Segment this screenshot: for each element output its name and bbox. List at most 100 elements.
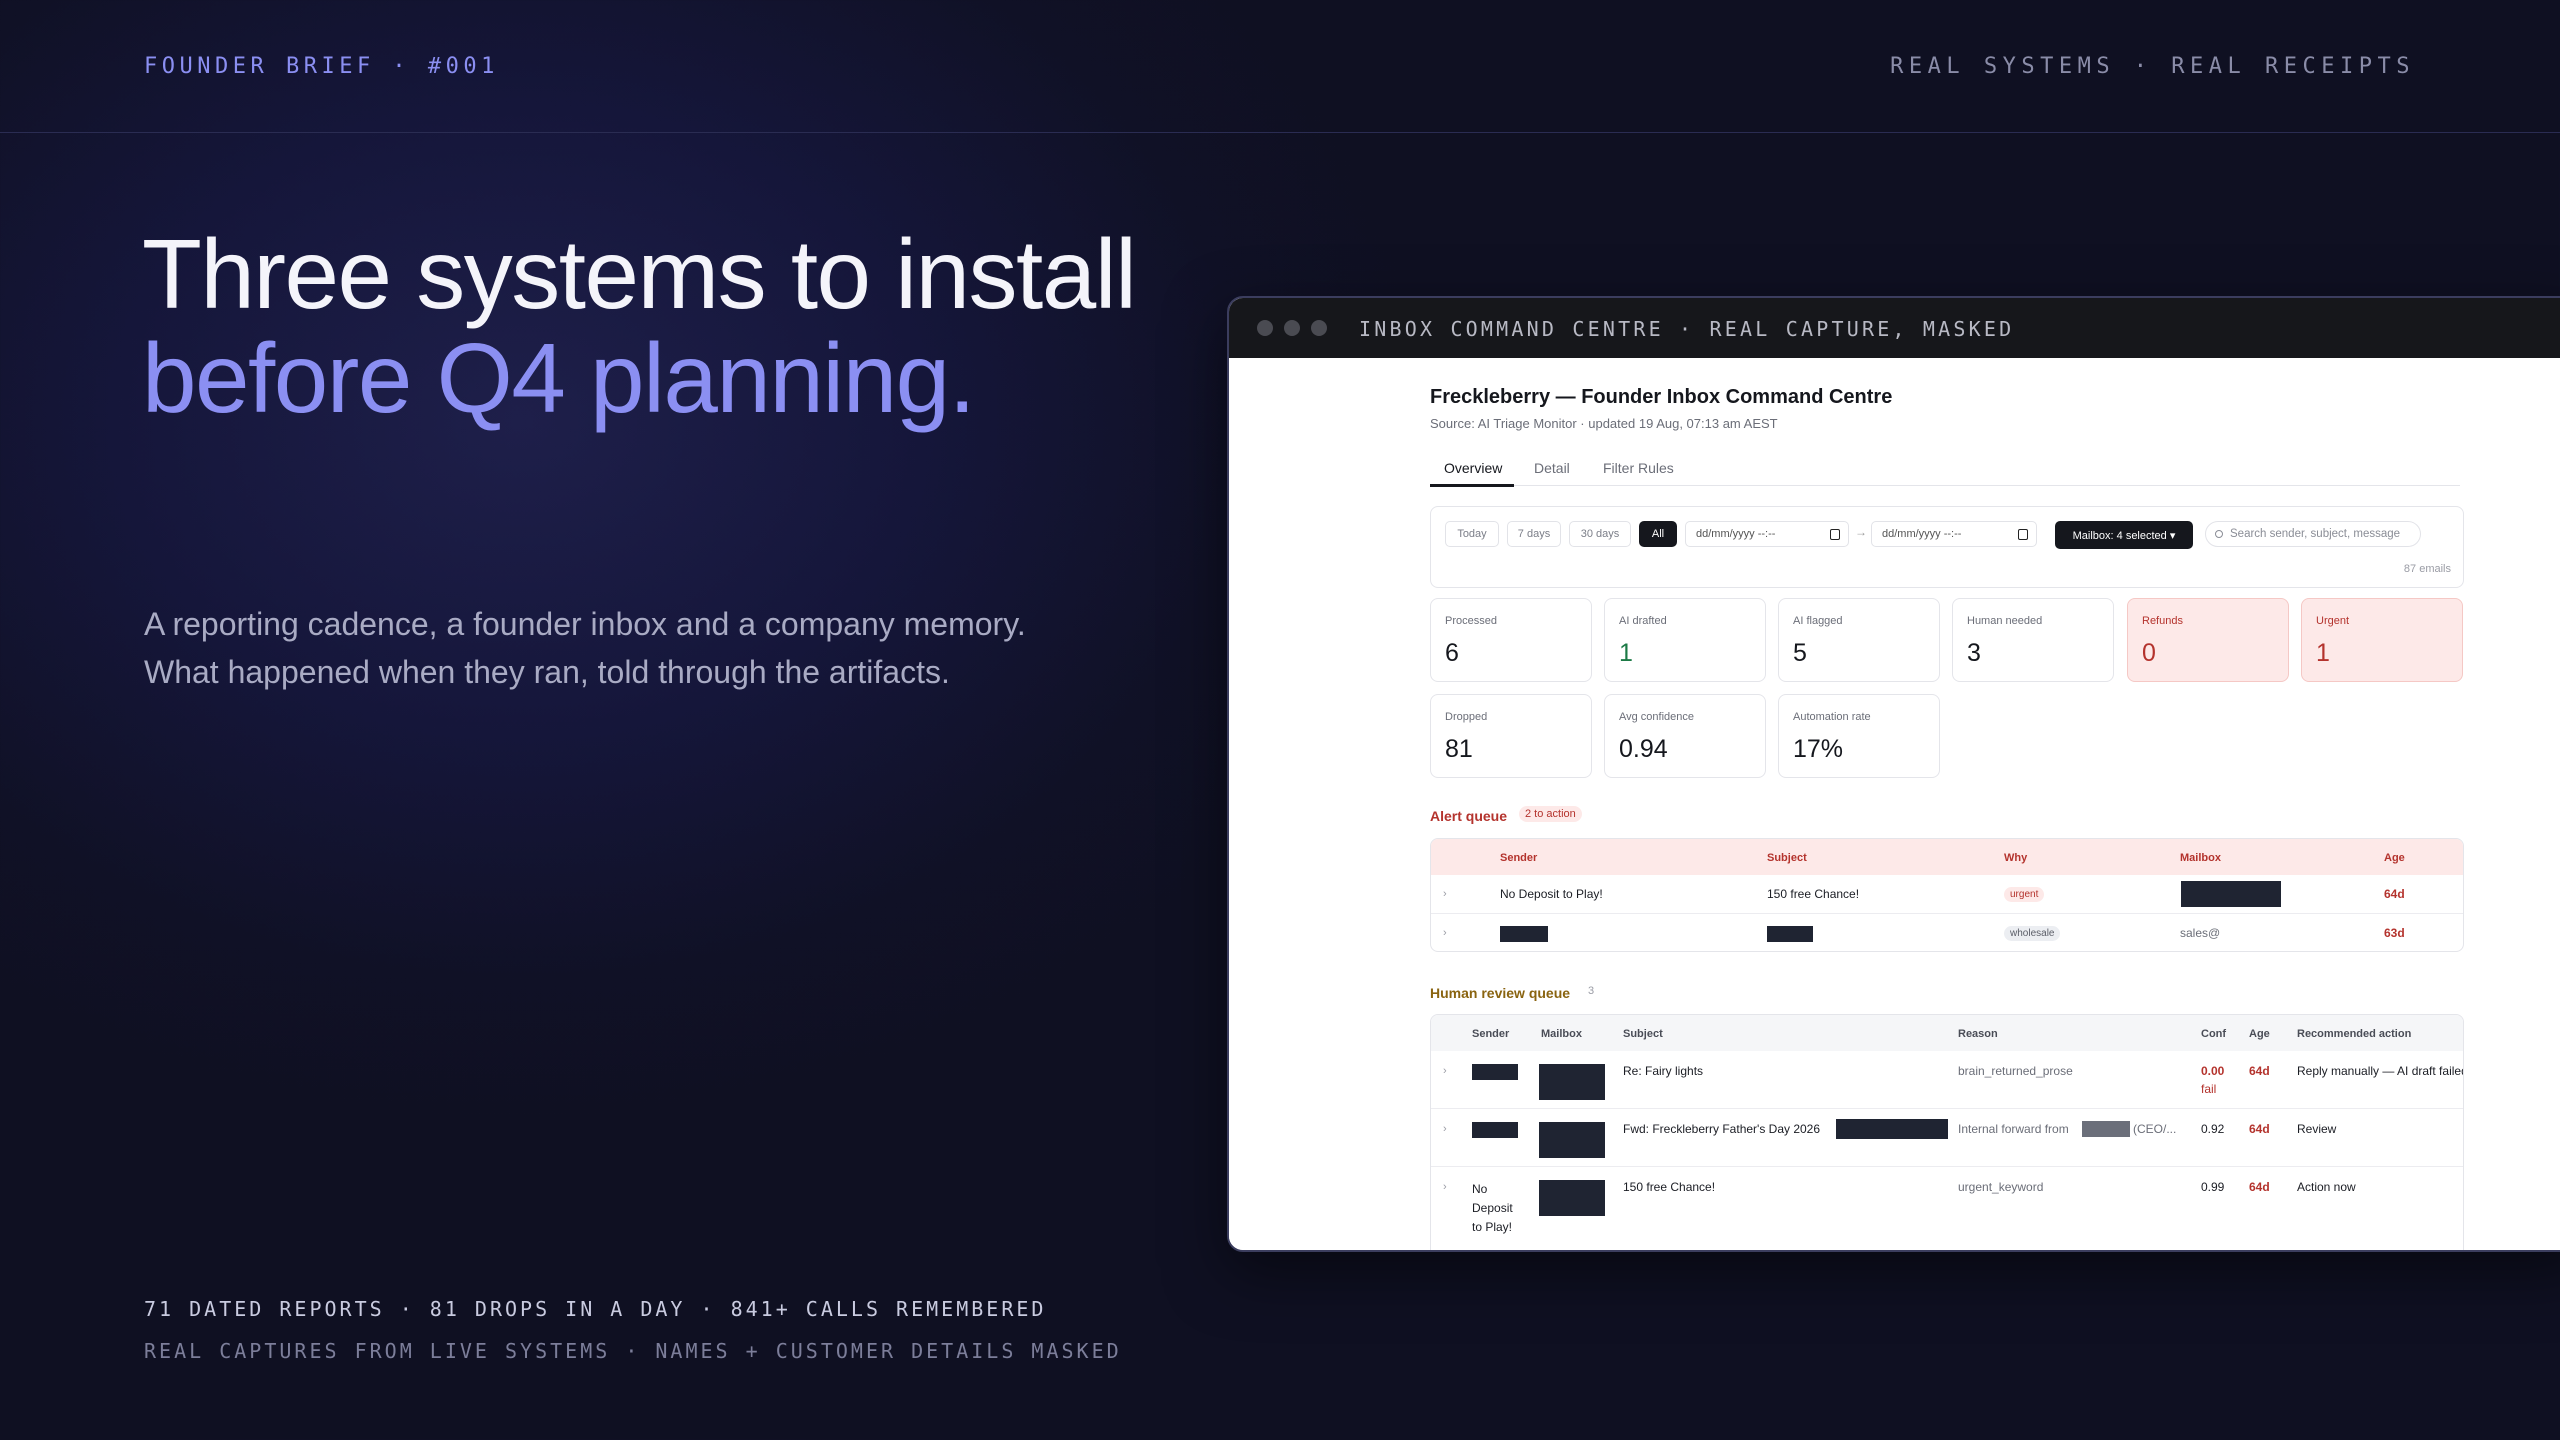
subject-cell: Fwd: Freckleberry Father's Day 2026 [1623, 1122, 1821, 1136]
col-subject: Subject [1767, 852, 1807, 864]
date-to-input[interactable]: dd/mm/yyyy --:-- [1871, 521, 2037, 547]
col-mailbox: Mailbox [1541, 1028, 1582, 1040]
reason-cell: brain_returned_prose [1958, 1064, 2073, 1078]
filter-bar: Today 7 days 30 days All dd/mm/yyyy --:-… [1430, 506, 2464, 588]
calendar-icon [2018, 529, 2028, 540]
metric-value: 17% [1793, 735, 1844, 763]
col-age: Age [2249, 1028, 2270, 1040]
metric-value: 0 [2142, 639, 2156, 667]
age-cell: 64d [2384, 887, 2405, 901]
col-sender: Sender [1472, 1028, 1510, 1040]
chevron-right-icon[interactable]: › [1443, 888, 1447, 900]
metric-card-human-needed: Human needed 3 [1952, 598, 2114, 682]
review-queue-badge: 3 [1588, 985, 1595, 997]
action-cell: Review [2297, 1122, 2337, 1136]
alert-queue-title: Alert queue [1430, 808, 1508, 824]
range-7days-button[interactable]: 7 days [1507, 521, 1561, 547]
metric-card-ai-flagged: AI flagged 5 [1778, 598, 1940, 682]
metric-label: Avg confidence [1619, 711, 1695, 723]
caption-line: REAL CAPTURES FROM LIVE SYSTEMS · NAMES … [144, 1339, 1122, 1363]
masked-sender [1472, 1064, 1518, 1080]
sender-cell: No Deposit to Play! [1472, 1180, 1513, 1237]
alert-queue-badge: 2 to action [1519, 806, 1582, 822]
metric-label: Processed [1445, 615, 1497, 627]
masked-mailbox [1539, 1064, 1605, 1100]
date-to-value: dd/mm/yyyy --:-- [1882, 528, 1962, 540]
masked-mailbox [1539, 1180, 1605, 1216]
headline-line-1: Three systems to install [142, 219, 1137, 329]
tab-filter-rules[interactable]: Filter Rules [1603, 460, 1674, 476]
date-from-input[interactable]: dd/mm/yyyy --:-- [1685, 521, 1849, 547]
masked-mailbox [1539, 1122, 1605, 1158]
top-bar: FOUNDER BRIEF · #001 REAL SYSTEMS · REAL… [0, 0, 2560, 133]
tab-detail[interactable]: Detail [1534, 460, 1570, 476]
masked-name [2082, 1121, 2130, 1137]
sender-line: No [1472, 1182, 1488, 1196]
window-titlebar: INBOX COMMAND CENTRE · REAL CAPTURE, MAS… [1229, 298, 2560, 358]
col-reason: Reason [1958, 1028, 1998, 1040]
masked-sender [1500, 926, 1548, 942]
chevron-right-icon[interactable]: › [1443, 927, 1447, 939]
col-mailbox: Mailbox [2180, 852, 2221, 864]
lede-line-1: A reporting cadence, a founder inbox and… [144, 606, 1026, 642]
age-cell: 64d [2249, 1064, 2270, 1078]
range-all-button[interactable]: All [1639, 521, 1677, 547]
chevron-right-icon[interactable]: › [1443, 1123, 1447, 1135]
subject-cell: 150 free Chance! [1623, 1180, 1716, 1194]
chevron-right-icon[interactable]: › [1443, 1181, 1447, 1193]
subject-cell: Re: Fairy lights [1623, 1064, 1704, 1078]
metric-card-processed: Processed 6 [1430, 598, 1592, 682]
window-maximize-dot[interactable] [1311, 320, 1327, 336]
status-badge: urgent [2004, 887, 2045, 902]
metric-value: 1 [1619, 639, 1633, 667]
mailbox-select[interactable]: Mailbox: 4 selected ▾ [2055, 521, 2193, 549]
window-minimize-dot[interactable] [1284, 320, 1300, 336]
arrow-icon: → [1855, 525, 1867, 539]
app-window: INBOX COMMAND CENTRE · REAL CAPTURE, MAS… [1227, 296, 2560, 1252]
page-source: Source: AI Triage Monitor · updated 19 A… [1430, 416, 1778, 431]
search-input[interactable]: Search sender, subject, message [2205, 521, 2421, 547]
metric-card-refunds: Refunds 0 [2127, 598, 2289, 682]
lede: A reporting cadence, a founder inbox and… [144, 600, 1104, 696]
metric-label: AI flagged [1793, 615, 1843, 627]
search-placeholder: Search sender, subject, message [2230, 528, 2401, 540]
row-divider [1431, 913, 2463, 914]
range-30days-button[interactable]: 30 days [1569, 521, 1631, 547]
date-from-value: dd/mm/yyyy --:-- [1696, 528, 1776, 540]
metric-label: Dropped [1445, 711, 1488, 723]
masked-sender [1472, 1122, 1518, 1138]
range-today-button[interactable]: Today [1445, 521, 1499, 547]
lede-line-2: What happened when they ran, told throug… [144, 654, 950, 690]
metric-label: Urgent [2316, 615, 2350, 627]
reason-cell: Internal forward from [1958, 1122, 2069, 1136]
age-cell: 63d [2384, 926, 2405, 940]
status-badge: wholesale [2004, 926, 2061, 941]
metric-value: 1 [2316, 639, 2330, 667]
sender-line: Deposit [1472, 1201, 1513, 1215]
col-age: Age [2384, 852, 2405, 864]
col-why: Why [2004, 852, 2028, 864]
sender-cell: No Deposit to Play! [1500, 887, 1603, 901]
metric-value: 0.94 [1619, 735, 1668, 763]
masked-mailbox [2181, 881, 2281, 907]
conf-cell: 0.99 [2201, 1180, 2225, 1194]
window-close-dot[interactable] [1257, 320, 1273, 336]
age-cell: 64d [2249, 1180, 2270, 1194]
subject-cell: 150 free Chance! [1767, 887, 1860, 901]
col-subject: Subject [1623, 1028, 1663, 1040]
metric-label: Human needed [1967, 615, 2043, 627]
metric-label: AI drafted [1619, 615, 1667, 627]
action-cell: Action now [2297, 1180, 2356, 1194]
age-cell: 64d [2249, 1122, 2270, 1136]
masked-subject [1767, 926, 1813, 942]
conf-cell: 0.00 [2201, 1064, 2225, 1078]
masked-subject [1836, 1119, 1948, 1139]
tab-overview[interactable]: Overview [1444, 460, 1502, 476]
row-divider [1431, 1108, 2463, 1109]
review-table: Sender Mailbox Subject Reason Conf Age R… [1430, 1014, 2464, 1250]
metric-label: Refunds [2142, 615, 2183, 627]
metric-value: 3 [1967, 639, 1981, 667]
col-conf: Conf [2201, 1028, 2227, 1040]
reason-cell-suffix: (CEO/... [2133, 1122, 2177, 1136]
chevron-right-icon[interactable]: › [1443, 1065, 1447, 1077]
